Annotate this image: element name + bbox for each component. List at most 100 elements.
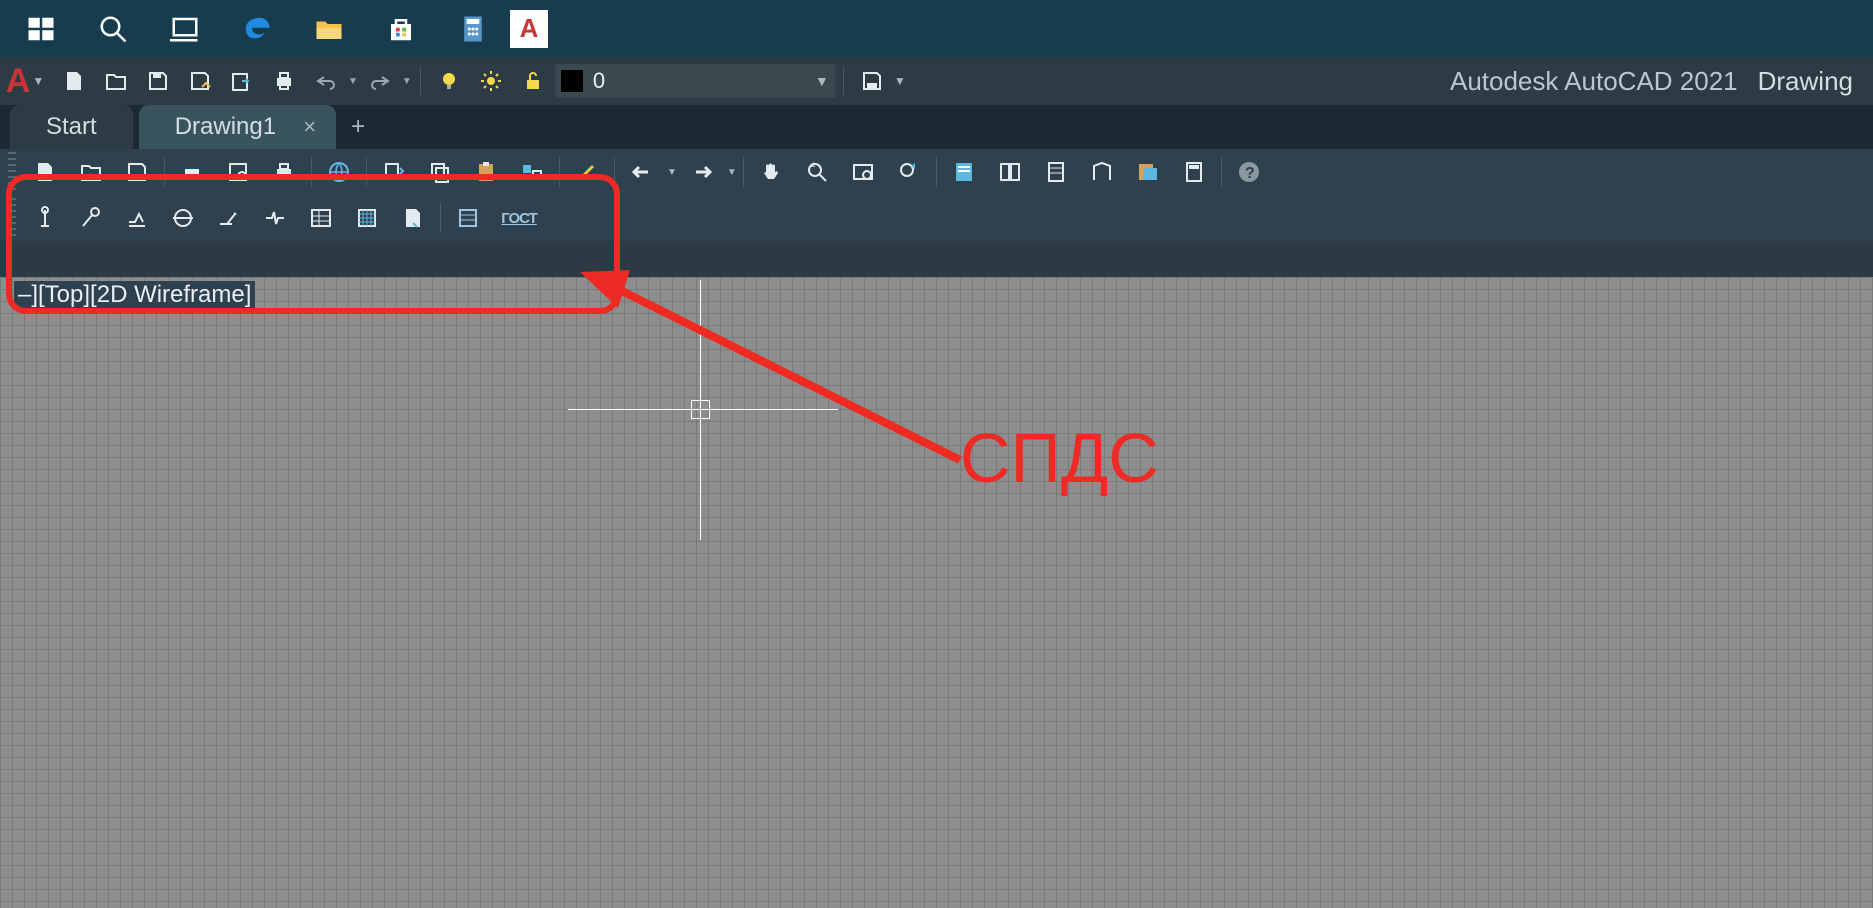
markup-button[interactable] <box>1127 151 1169 193</box>
paste-icon <box>474 160 498 184</box>
block-editor-button[interactable] <box>566 151 608 193</box>
quickcalc-button[interactable] <box>1173 151 1215 193</box>
redo-tb-button[interactable] <box>681 151 723 193</box>
tab-drawing1[interactable]: Drawing1 × <box>139 105 336 149</box>
plot-preview-button[interactable] <box>217 151 259 193</box>
layer-bulb-button[interactable] <box>429 61 469 101</box>
publish-button[interactable] <box>263 151 305 193</box>
viewport-controls[interactable]: –][Top][2D Wireframe] <box>14 281 255 309</box>
autocad-button[interactable]: A <box>510 10 548 48</box>
redo-icon <box>690 160 714 184</box>
zoom-icon: ± <box>805 160 829 184</box>
zoom-window-button[interactable] <box>842 151 884 193</box>
layer-name-label: 0 <box>593 68 805 94</box>
break-line-icon <box>263 206 287 230</box>
spds-spec-button[interactable] <box>447 197 489 239</box>
viewport-label-text: –][Top][2D Wireframe] <box>18 281 251 308</box>
saveas-button[interactable] <box>180 61 220 101</box>
spds-section-button[interactable] <box>162 197 204 239</box>
redo-button[interactable] <box>360 61 400 101</box>
start-menu-button[interactable] <box>6 0 76 57</box>
zoom-realtime-button[interactable]: ± <box>796 151 838 193</box>
print-preview-icon <box>226 160 250 184</box>
match-properties-icon <box>520 160 544 184</box>
spds-slope-button[interactable] <box>208 197 250 239</box>
print-button[interactable] <box>264 61 304 101</box>
open-button[interactable] <box>96 61 136 101</box>
close-icon[interactable]: × <box>303 114 316 140</box>
match-prop-button[interactable] <box>511 151 553 193</box>
spds-axis-button[interactable] <box>24 197 66 239</box>
globe-icon <box>327 160 351 184</box>
sheet-set-button[interactable] <box>1081 151 1123 193</box>
print-icon <box>180 160 204 184</box>
search-button[interactable] <box>78 0 148 57</box>
open-web-button[interactable] <box>222 61 262 101</box>
tab-label: Drawing1 <box>175 113 276 141</box>
zoom-previous-button[interactable] <box>888 151 930 193</box>
tool-palettes-button[interactable] <box>1035 151 1077 193</box>
calculator-button[interactable] <box>438 0 508 57</box>
copy-icon <box>428 160 452 184</box>
print-icon <box>272 69 296 93</box>
app-menu-button[interactable]: A ▼ <box>0 57 50 105</box>
layer-lock-button[interactable] <box>513 61 553 101</box>
folder-icon <box>314 14 344 44</box>
file-name-label: Drawing <box>1758 66 1853 97</box>
toolbar-handle[interactable] <box>8 198 16 238</box>
app-name-label: Autodesk AutoCAD 2021 <box>1450 66 1738 97</box>
calculator-icon <box>1182 160 1206 184</box>
store-button[interactable] <box>366 0 436 57</box>
plus-icon: + <box>351 113 365 141</box>
plot-button[interactable] <box>171 151 213 193</box>
help-button[interactable]: ? <box>1228 151 1270 193</box>
spds-hatch-button[interactable] <box>346 197 388 239</box>
task-view-icon <box>170 14 200 44</box>
web-button[interactable] <box>318 151 360 193</box>
layer-freeze-button[interactable] <box>471 61 511 101</box>
file-explorer-button[interactable] <box>294 0 364 57</box>
save-workspace-button[interactable] <box>852 61 892 101</box>
pan-button[interactable] <box>750 151 792 193</box>
new-doc-button[interactable] <box>24 151 66 193</box>
chevron-down-icon: ▼ <box>815 73 829 89</box>
bulb-on-icon <box>437 69 461 93</box>
edge-button[interactable] <box>222 0 292 57</box>
undo-button[interactable] <box>306 61 346 101</box>
copy-button[interactable] <box>419 151 461 193</box>
cut-button[interactable] <box>373 151 415 193</box>
new-file-icon <box>62 69 86 93</box>
save-button[interactable] <box>138 61 178 101</box>
spds-format-button[interactable] <box>392 197 434 239</box>
undo-tb-button[interactable] <box>621 151 663 193</box>
open-folder-icon <box>104 69 128 93</box>
spds-leader-button[interactable] <box>70 197 112 239</box>
spds-level-button[interactable] <box>116 197 158 239</box>
standard-toolbar: ▼ ▼ ± ? <box>0 149 1873 195</box>
save-doc-button[interactable] <box>116 151 158 193</box>
tab-start[interactable]: Start <box>10 105 133 149</box>
properties-button[interactable] <box>943 151 985 193</box>
section-icon <box>171 206 195 230</box>
new-button[interactable] <box>54 61 94 101</box>
windows-icon <box>26 14 56 44</box>
new-tab-button[interactable]: + <box>336 105 380 149</box>
design-center-icon <box>998 160 1022 184</box>
paste-button[interactable] <box>465 151 507 193</box>
toolbar-handle[interactable] <box>8 152 16 192</box>
help-icon: ? <box>1237 160 1261 184</box>
save-icon <box>146 69 170 93</box>
calculator-icon <box>458 14 488 44</box>
design-center-button[interactable] <box>989 151 1031 193</box>
edge-icon <box>242 14 272 44</box>
spds-table-button[interactable] <box>300 197 342 239</box>
spds-break-button[interactable] <box>254 197 296 239</box>
spds-gost-button[interactable]: ГОСТ <box>493 197 545 239</box>
drawing-canvas[interactable]: –][Top][2D Wireframe] <box>0 277 1873 908</box>
open-doc-button[interactable] <box>70 151 112 193</box>
redo-icon <box>368 69 392 93</box>
table-icon <box>309 206 333 230</box>
task-view-button[interactable] <box>150 0 220 57</box>
layer-dropdown[interactable]: 0 ▼ <box>555 64 835 98</box>
save-icon <box>125 160 149 184</box>
